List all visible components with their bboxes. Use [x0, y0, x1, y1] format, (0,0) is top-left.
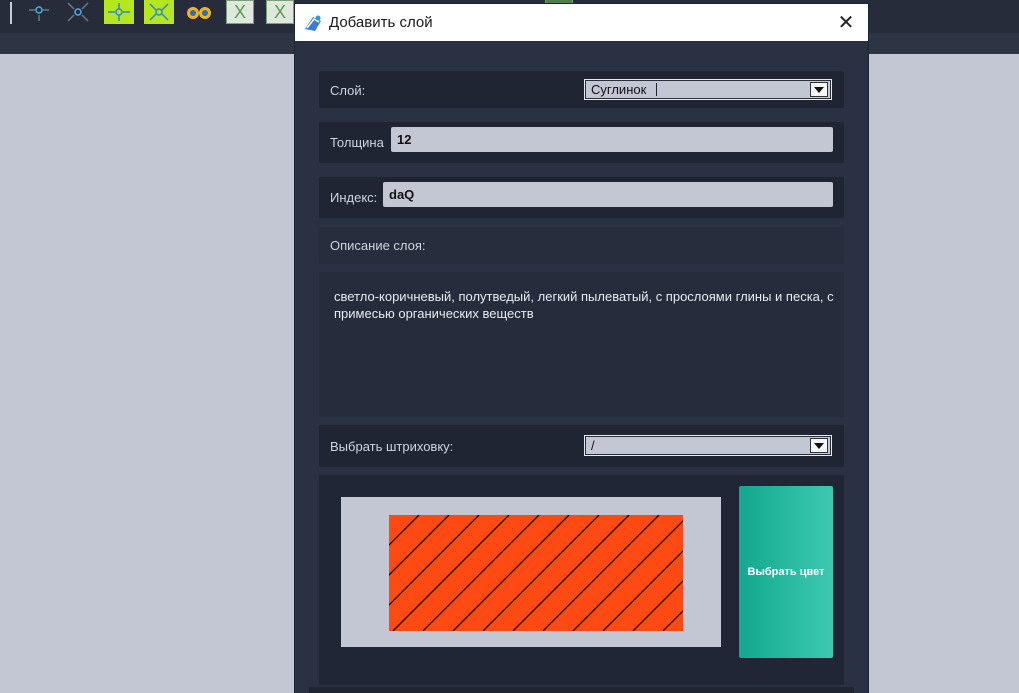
hatch-row: Выбрать штриховку: / — [319, 425, 844, 467]
chevron-down-icon[interactable] — [810, 82, 828, 97]
description-textarea[interactable]: светло-коричневый, полутведый, легкий пы… — [319, 272, 844, 417]
excel-glyph: X — [233, 1, 246, 22]
dialog-title: Добавить слой — [329, 14, 433, 31]
thickness-row: Толщина 12 — [319, 122, 844, 163]
description-label: Описание слоя: — [330, 238, 426, 253]
description-label-row: Описание слоя: — [319, 227, 844, 264]
index-input[interactable]: daQ — [383, 182, 833, 207]
shrink-icon[interactable] — [63, 0, 93, 24]
dialog-footer-edge — [309, 687, 854, 693]
close-button[interactable]: ✕ — [824, 4, 868, 41]
chevron-down-icon[interactable] — [810, 438, 828, 453]
index-label: Индекс: — [330, 190, 378, 205]
index-value: daQ — [389, 187, 415, 202]
hatch-select[interactable]: / — [584, 435, 832, 456]
app-logo-icon — [305, 15, 321, 31]
hatch-preview-area — [341, 497, 721, 647]
excel-icon[interactable]: X — [266, 0, 294, 24]
hatch-select-value: / — [591, 438, 595, 453]
index-row: Индекс: daQ — [319, 177, 844, 218]
thickness-label: Толщина — [330, 135, 384, 150]
layer-row: Слой: Суглинок — [319, 71, 844, 108]
layer-select-value: Суглинок — [591, 82, 647, 97]
thickness-input[interactable]: 12 — [391, 127, 833, 152]
choose-color-button[interactable]: Выбрать цвет — [739, 486, 833, 658]
hatch-preview-swatch — [389, 515, 683, 631]
choose-color-label: Выбрать цвет — [747, 566, 825, 578]
hatch-label: Выбрать штриховку: — [330, 439, 454, 454]
excel-glyph: X — [273, 1, 286, 22]
excel-icon[interactable]: X — [226, 0, 254, 24]
dialog-titlebar: Добавить слой ✕ — [295, 4, 868, 41]
description-text: светло-коричневый, полутведый, легкий пы… — [334, 289, 834, 321]
collapse-icon[interactable] — [144, 0, 174, 24]
layer-select[interactable]: Суглинок — [584, 79, 832, 100]
swatch-fill — [389, 515, 683, 631]
close-icon: ✕ — [837, 12, 855, 34]
layer-label: Слой: — [330, 83, 366, 98]
hatch-preview-panel: Выбрать цвет — [319, 475, 844, 685]
expand-icon[interactable] — [104, 0, 134, 24]
thickness-value: 12 — [397, 132, 412, 147]
add-layer-dialog: Добавить слой ✕ Слой: Суглинок Толщина 1… — [295, 4, 868, 693]
text-caret — [656, 83, 657, 96]
move-icon[interactable] — [24, 0, 54, 24]
binoculars-icon[interactable] — [184, 0, 214, 24]
toolbar-separator — [10, 2, 12, 24]
